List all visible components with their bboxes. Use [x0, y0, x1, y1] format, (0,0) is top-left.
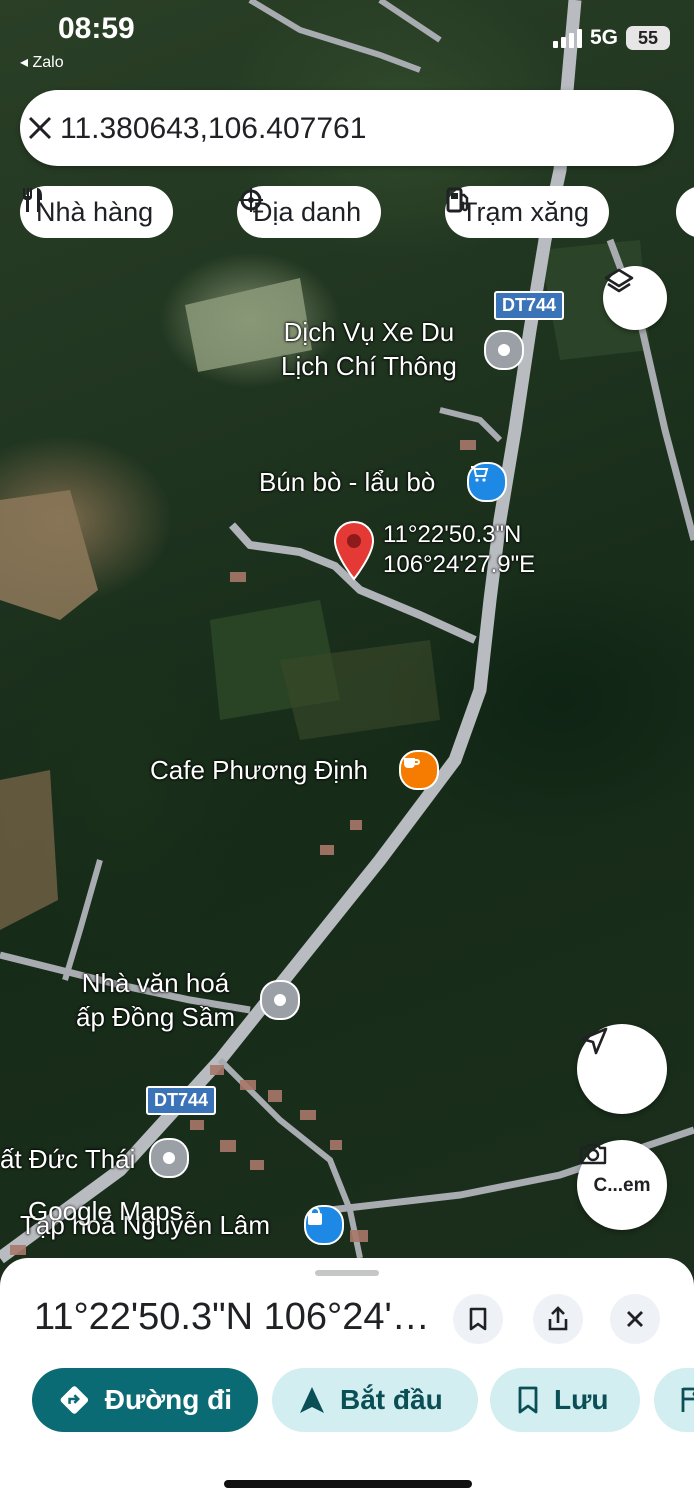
more-action-button[interactable] — [654, 1368, 694, 1432]
camera-button[interactable]: C...em — [577, 1140, 667, 1230]
map-attribution: Google Maps — [28, 1196, 183, 1226]
drag-handle[interactable] — [315, 1270, 379, 1276]
shopping-bag-icon[interactable] — [304, 1205, 344, 1245]
pin-coordinates: 11°22'50.3"N 106°24'27.9"E — [383, 520, 535, 580]
bookmark-icon — [469, 1307, 487, 1331]
search-query[interactable]: 11.380643,106.407761 — [60, 112, 366, 146]
poi-label-bun-bo[interactable]: Bún bò - lẩu bò — [259, 465, 435, 499]
chip-landmarks[interactable]: Địa danh — [237, 186, 382, 238]
flag-icon — [681, 1387, 694, 1412]
map-view[interactable]: 08:59 ◂ Zalo 5G 55 11.380643,106.407761 … — [0, 0, 694, 1270]
category-chips: Nhà hàng Địa danh Trạm xăng — [20, 186, 694, 238]
layers-button[interactable] — [603, 266, 667, 330]
directions-label: Đường đi — [104, 1384, 232, 1415]
navigation-arrow-icon — [300, 1387, 324, 1413]
chip-restaurants[interactable]: Nhà hàng — [20, 186, 174, 238]
road-badge: DT744 — [494, 291, 565, 320]
save-button[interactable]: Lưu — [490, 1368, 640, 1432]
share-icon — [548, 1306, 568, 1331]
fork-knife-icon — [23, 188, 42, 212]
camera-label: C...em — [593, 1175, 651, 1196]
place-title: 11°22'50.3"N 106°24'27.9"E — [34, 1296, 444, 1338]
chip-label: Trạm xăng — [461, 196, 590, 227]
my-location-button[interactable] — [577, 1024, 667, 1114]
status-time: 08:59 — [58, 12, 135, 45]
search-bar[interactable]: 11.380643,106.407761 — [20, 90, 674, 166]
close-icon — [627, 1311, 643, 1327]
road-badge: DT744 — [146, 1086, 217, 1115]
camera-icon — [579, 1143, 607, 1165]
chip-gas-stations[interactable]: Trạm xăng — [445, 186, 610, 238]
place-bottom-sheet[interactable]: 11°22'50.3"N 106°24'27.9"E Đường đi — [0, 1258, 694, 1500]
pin-longitude: 106°24'27.9"E — [383, 551, 536, 578]
share-button[interactable] — [533, 1294, 583, 1344]
chip-label: Địa danh — [253, 196, 362, 227]
shopping-cart-icon[interactable] — [467, 462, 507, 502]
action-buttons: Đường đi Bắt đầu Lưu — [32, 1368, 694, 1432]
status-bar: 08:59 ◂ Zalo 5G 55 — [0, 0, 694, 80]
location-pin-icon[interactable] — [149, 1138, 189, 1178]
poi-label-cafe[interactable]: Cafe Phương Định — [150, 753, 368, 787]
battery-icon: 55 — [626, 26, 670, 50]
gas-pump-icon — [446, 187, 469, 213]
chip-label: Nhà hàng — [36, 196, 154, 227]
close-icon[interactable] — [20, 108, 60, 148]
navigation-arrow-icon — [580, 1027, 608, 1055]
signal-icon — [552, 28, 582, 48]
save-label: Lưu — [554, 1384, 609, 1415]
coffee-cup-icon[interactable] — [399, 750, 439, 790]
back-to-app-link[interactable]: ◂ Zalo — [20, 52, 64, 72]
start-button[interactable]: Bắt đầu — [272, 1368, 478, 1432]
directions-button[interactable]: Đường đi — [32, 1368, 258, 1432]
landmark-icon — [239, 188, 263, 212]
poi-label-xe-du-lich[interactable]: Dịch Vụ Xe Du Lịch Chí Thông — [281, 315, 457, 383]
dropped-pin-icon[interactable] — [332, 520, 376, 584]
close-sheet-button[interactable] — [610, 1294, 660, 1344]
layers-icon — [604, 268, 634, 293]
save-bookmark-button[interactable] — [453, 1294, 503, 1344]
network-type: 5G — [589, 26, 618, 49]
poi-label-duc-thai[interactable]: ất Đức Thái — [0, 1142, 135, 1176]
chip-more[interactable] — [676, 186, 694, 238]
home-indicator — [224, 1480, 472, 1488]
bookmark-icon — [518, 1386, 538, 1414]
poi-label-nha-van-hoa[interactable]: Nhà văn hoá ấp Đồng Sầm — [76, 966, 235, 1034]
pin-latitude: 11°22'50.3"N — [383, 521, 522, 548]
location-pin-icon[interactable] — [260, 980, 300, 1020]
start-label: Bắt đầu — [340, 1384, 443, 1415]
location-pin-icon[interactable] — [484, 330, 524, 370]
directions-icon — [60, 1386, 89, 1414]
